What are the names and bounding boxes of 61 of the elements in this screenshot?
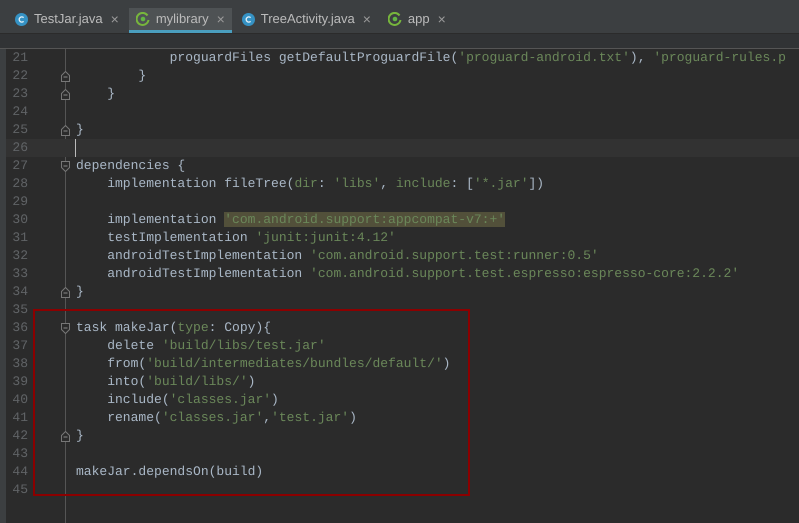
line-number: 27 (11, 157, 28, 176)
code-line: into('build/libs/') (106, 373, 256, 391)
line-number: 33 (11, 265, 28, 284)
close-button[interactable]: × (110, 12, 119, 26)
line-number: 41 (11, 409, 28, 428)
close-button[interactable]: × (362, 12, 371, 26)
fold-icon[interactable] (61, 430, 70, 442)
code-line: } (76, 283, 84, 301)
class-file-icon (15, 12, 28, 26)
editor-tab[interactable]: TestJar.java × (8, 8, 126, 33)
close-button[interactable]: × (216, 12, 225, 26)
code-line: androidTestImplementation 'com.android.support.test.espresso:espresso-core:2.2.2' (106, 265, 740, 283)
code-line: from('build/intermediates/bundles/default/') (106, 355, 450, 373)
line-number: 29 (11, 193, 28, 212)
line-number: 44 (11, 463, 28, 482)
fold-icon[interactable] (61, 124, 70, 136)
code-line: } (76, 427, 84, 445)
code-line: implementation fileTree(dir: 'libs', include: ['*.jar']) (106, 175, 544, 193)
line-number: 23 (11, 85, 28, 104)
line-number: 32 (11, 247, 28, 266)
fold-icon[interactable] (61, 322, 70, 334)
editor-tab[interactable]: TreeActivity.java × (234, 8, 378, 33)
line-number: 22 (11, 67, 28, 86)
fold-icon[interactable] (61, 286, 70, 298)
fold-icon[interactable] (61, 160, 70, 172)
ring-icon (388, 12, 402, 26)
class-file-icon (242, 12, 255, 26)
line-number: 45 (11, 481, 28, 500)
code-line: testImplementation 'junit:junit:4.12' (106, 229, 396, 247)
code-line: } (137, 67, 146, 85)
code-line: dependencies { (76, 157, 186, 175)
line-number: 35 (11, 301, 28, 320)
line-number: 25 (11, 121, 28, 140)
editor-tab[interactable]: app × (380, 8, 453, 33)
line-number: 43 (11, 445, 28, 464)
line-number: 42 (11, 427, 28, 446)
editor-tab[interactable]: mylibrary × (128, 8, 232, 33)
fold-icon[interactable] (61, 88, 70, 100)
code-line: } (106, 85, 116, 103)
line-number: 28 (11, 175, 28, 194)
line-number: 21 (11, 49, 28, 68)
line-number: 24 (11, 103, 28, 122)
code-line: androidTestImplementation 'com.android.support.test:runner:0.5' (106, 247, 599, 265)
line-number: 31 (11, 229, 28, 248)
code-line: } (76, 121, 84, 139)
fold-icon[interactable] (61, 70, 70, 82)
code-line: task makeJar(type: Copy){ (76, 319, 272, 337)
code-line: proguardFiles getDefaultProguardFile('proguard-android.txt'), 'proguard-rules.p (168, 49, 786, 67)
code-line: rename('classes.jar','test.jar') (106, 409, 357, 427)
code-line: delete 'build/libs/test.jar' (106, 337, 326, 355)
line-number: 34 (11, 283, 28, 302)
line-number: 40 (11, 391, 28, 410)
line-number: 30 (11, 211, 28, 230)
close-button[interactable]: × (438, 12, 446, 26)
code-line: makeJar.dependsOn(build) (76, 463, 264, 481)
code-line: include('classes.jar') (106, 391, 279, 409)
line-number: 36 (11, 319, 28, 338)
line-number: 38 (11, 355, 28, 374)
line-number: 37 (11, 337, 28, 356)
ring-icon (136, 12, 150, 26)
line-number: 39 (11, 373, 28, 392)
